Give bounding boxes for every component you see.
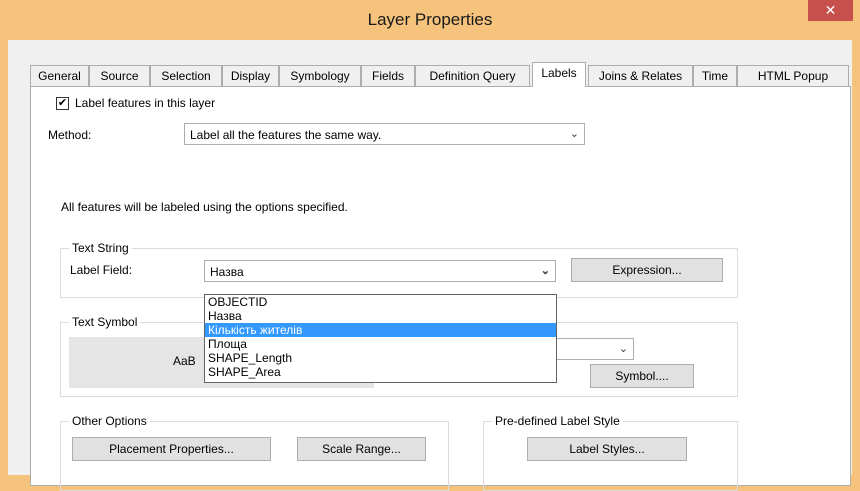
dropdown-option-shape-length[interactable]: SHAPE_Length bbox=[205, 351, 556, 365]
tab-joins-relates[interactable]: Joins & Relates bbox=[588, 65, 693, 86]
checkmark-icon: ✔ bbox=[57, 97, 68, 109]
text-string-group: Text String Label Field: Назва ⌄ Express… bbox=[60, 241, 738, 298]
tab-definition-query[interactable]: Definition Query bbox=[415, 65, 530, 86]
other-options-group-title: Other Options bbox=[69, 414, 150, 428]
dropdown-option-objectid[interactable]: OBJECTID bbox=[205, 295, 556, 309]
chevron-down-icon: ⌄ bbox=[618, 343, 628, 355]
expression-button[interactable]: Expression... bbox=[571, 258, 723, 282]
close-button[interactable]: ✕ bbox=[808, 0, 853, 21]
label-styles-button[interactable]: Label Styles... bbox=[527, 437, 687, 461]
label-field-select-value: Назва bbox=[210, 265, 244, 279]
tab-selection[interactable]: Selection bbox=[150, 65, 222, 86]
tab-labels[interactable]: Labels bbox=[532, 62, 586, 87]
tab-html-popup[interactable]: HTML Popup bbox=[737, 65, 849, 86]
method-select-value: Label all the features the same way. bbox=[190, 128, 382, 142]
close-icon: ✕ bbox=[824, 2, 837, 18]
label-field-select[interactable]: Назва ⌄ bbox=[204, 260, 556, 282]
label-features-checkbox-label[interactable]: Label features in this layer bbox=[75, 96, 215, 110]
label-field-dropdown: OBJECTID Назва Кількість жителів Площа S… bbox=[204, 294, 557, 383]
window-title: Layer Properties bbox=[367, 10, 493, 29]
method-select[interactable]: Label all the features the same way. ⌄ bbox=[184, 123, 585, 145]
symbol-button[interactable]: Symbol.... bbox=[590, 364, 694, 388]
tab-source[interactable]: Source bbox=[89, 65, 150, 86]
label-features-checkbox[interactable]: ✔ bbox=[56, 97, 69, 110]
window-frame-right bbox=[852, 40, 860, 475]
labels-tab-panel: ✔ Label features in this layer Method: L… bbox=[30, 86, 851, 491]
chevron-down-icon: ⌄ bbox=[540, 265, 550, 277]
scale-range-button[interactable]: Scale Range... bbox=[297, 437, 426, 461]
info-text: All features will be labeled using the o… bbox=[61, 200, 348, 214]
method-label: Method: bbox=[48, 128, 92, 142]
tab-fields[interactable]: Fields bbox=[361, 65, 415, 86]
chevron-down-icon: ⌄ bbox=[569, 128, 579, 140]
window-frame-left bbox=[0, 40, 8, 475]
predefined-style-group-title: Pre-defined Label Style bbox=[492, 414, 623, 428]
dropdown-option-shape-area[interactable]: SHAPE_Area bbox=[205, 365, 556, 379]
dialog-client-area: General Source Selection Display Symbolo… bbox=[8, 40, 852, 491]
tab-symbology[interactable]: Symbology bbox=[279, 65, 361, 86]
text-string-group-title: Text String bbox=[69, 241, 132, 255]
font-size-select[interactable]: ⌄ bbox=[546, 338, 634, 360]
other-options-group: Other Options Placement Properties... Sc… bbox=[60, 414, 449, 491]
tab-display[interactable]: Display bbox=[222, 65, 279, 86]
dropdown-option-ploshcha[interactable]: Площа bbox=[205, 337, 556, 351]
dropdown-option-nazva[interactable]: Назва bbox=[205, 309, 556, 323]
label-field-label: Label Field: bbox=[70, 263, 133, 277]
predefined-style-group: Pre-defined Label Style Label Styles... bbox=[483, 414, 738, 491]
tab-general[interactable]: General bbox=[30, 65, 89, 86]
text-symbol-group-title: Text Symbol bbox=[69, 315, 141, 329]
placement-properties-button[interactable]: Placement Properties... bbox=[72, 437, 271, 461]
preview-text: AaB bbox=[173, 354, 196, 368]
tab-time[interactable]: Time bbox=[693, 65, 737, 86]
title-bar: Layer Properties ✕ bbox=[0, 0, 860, 40]
dropdown-option-kilkist-zhyteliv[interactable]: Кількість жителів bbox=[205, 323, 556, 337]
